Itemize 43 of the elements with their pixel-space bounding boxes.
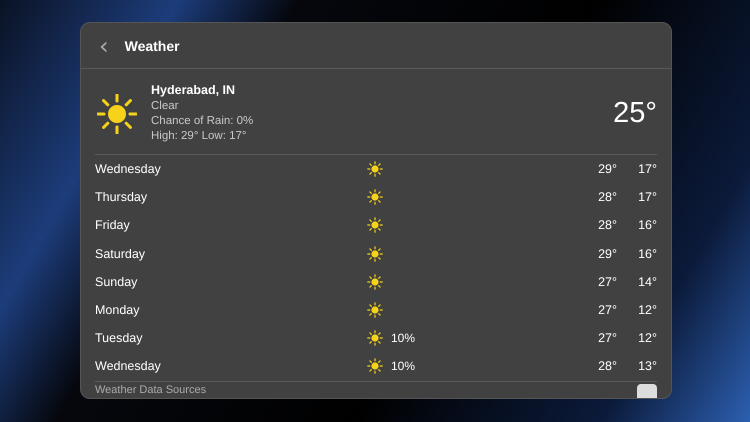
sun-icon: [367, 358, 383, 374]
high-low-text: High: 29° Low: 17°: [151, 129, 248, 144]
high-temperature: 28°: [597, 359, 617, 374]
day-name: Saturday: [95, 246, 146, 261]
day-name: Friday: [95, 218, 131, 232]
low-temperature: 16°: [637, 218, 657, 232]
day-name: Monday: [95, 303, 140, 318]
day-name: Wednesday: [95, 359, 162, 374]
low-temperature: 12°: [637, 303, 657, 318]
sun-icon: [367, 302, 383, 318]
low-temperature: 17°: [637, 190, 657, 204]
low-temperature: 14°: [637, 274, 657, 289]
high-temperature: 27°: [597, 274, 617, 289]
high-temperature: 29°: [597, 246, 617, 261]
precipitation-chance: 10%: [391, 331, 416, 346]
precipitation-chance: 10%: [391, 359, 416, 374]
sun-icon: [367, 330, 383, 346]
sun-icon: [97, 94, 137, 134]
high-temperature: 27°: [597, 303, 617, 318]
high-temperature: 29°: [597, 162, 617, 176]
low-temperature: 16°: [637, 246, 657, 261]
sun-icon: [367, 274, 383, 290]
sun-icon: [367, 217, 383, 234]
low-temperature: 13°: [637, 359, 657, 374]
low-temperature: 12°: [637, 331, 657, 346]
day-name: Tuesday: [95, 331, 144, 346]
high-temperature: 28°: [597, 218, 617, 232]
current-temperature: 25°: [613, 97, 657, 130]
window-title: Weather: [124, 38, 180, 54]
back-button[interactable]: ‹: [95, 36, 113, 56]
condition-text: Clear: [151, 99, 180, 114]
sun-icon: [367, 189, 383, 206]
location-name: Hyderabad, IN: [151, 83, 236, 97]
day-name: Wednesday: [95, 162, 162, 176]
high-temperature: 27°: [597, 331, 617, 346]
sun-icon: [367, 246, 383, 262]
low-temperature: 17°: [637, 162, 657, 176]
high-temperature: 28°: [597, 190, 617, 204]
sun-icon: [367, 161, 383, 178]
data-sources-link[interactable]: Weather Data Sources: [95, 384, 206, 396]
day-name: Sunday: [95, 274, 138, 289]
rain-chance-text: Chance of Rain: 0%: [151, 114, 254, 129]
day-name: Thursday: [95, 190, 148, 204]
